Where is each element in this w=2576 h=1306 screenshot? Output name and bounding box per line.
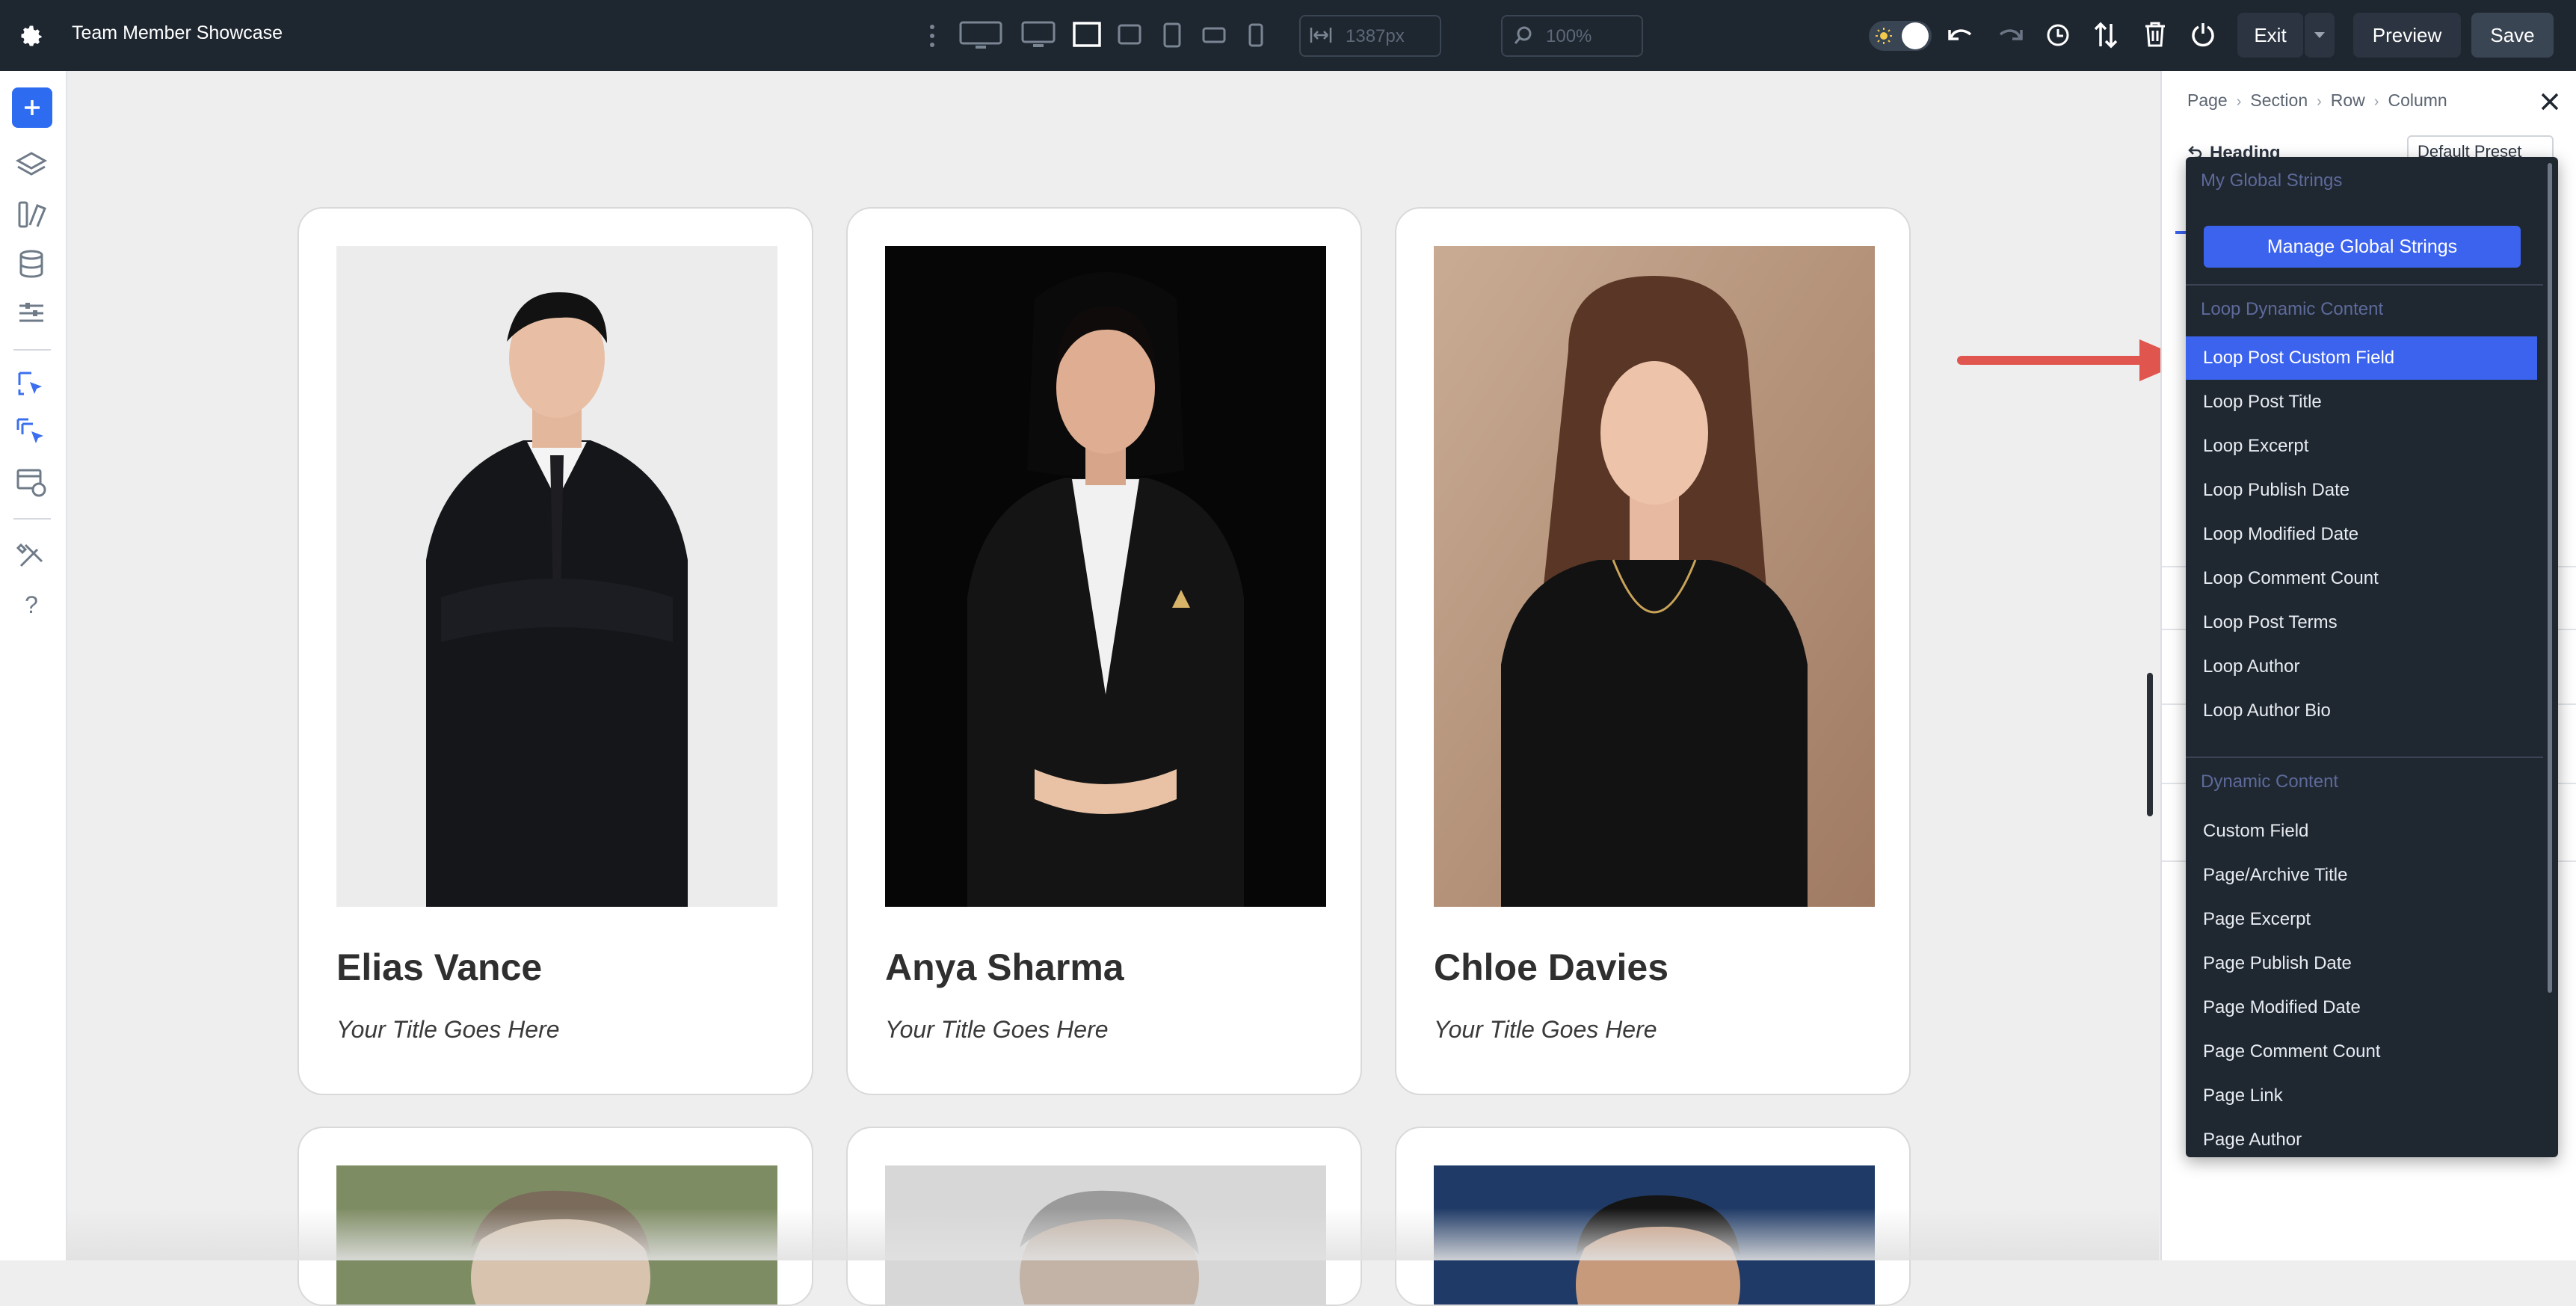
dropdown-divider bbox=[2186, 284, 2543, 286]
dynamic-content-dropdown: My Global Strings Manage Global Strings … bbox=[2186, 157, 2558, 1157]
sidebar-divider-2 bbox=[13, 518, 51, 520]
breadcrumb: Page › Section › Row › Column bbox=[2187, 90, 2447, 111]
zoom-value: 100% bbox=[1546, 26, 1592, 46]
responsive-preview-icon[interactable] bbox=[15, 466, 48, 499]
dropdown-item-loop-modified-date[interactable]: Loop Modified Date bbox=[2186, 513, 2537, 556]
team-member-card[interactable]: Chloe Davies Your Title Goes Here bbox=[1395, 207, 1911, 1095]
history-clock-icon[interactable] bbox=[2045, 22, 2071, 48]
top-toolbar: Team Member Showcase 1387px 100% Exit Pr… bbox=[0, 0, 2576, 71]
breadcrumb-section[interactable]: Section bbox=[2250, 90, 2308, 110]
dropdown-item-page-modified-date[interactable]: Page Modified Date bbox=[2186, 986, 2537, 1029]
chevron-down-icon bbox=[2312, 28, 2327, 43]
select-multiple-icon[interactable] bbox=[15, 416, 48, 449]
dropdown-item-custom-field[interactable]: Custom Field bbox=[2186, 810, 2537, 853]
canvas-width-field[interactable]: 1387px bbox=[1299, 15, 1441, 57]
settings-gear-icon[interactable] bbox=[18, 22, 45, 49]
canvas-resize-handle[interactable] bbox=[2147, 673, 2153, 816]
team-member-name[interactable]: Anya Sharma bbox=[885, 946, 1124, 989]
redo-icon[interactable] bbox=[1997, 24, 2023, 46]
team-member-photo bbox=[1434, 246, 1875, 907]
desktop-view-icon[interactable] bbox=[1021, 21, 1056, 51]
zoom-search-icon bbox=[1513, 25, 1534, 46]
dropdown-item-page-archive-title[interactable]: Page/Archive Title bbox=[2186, 854, 2537, 897]
theme-toggle[interactable] bbox=[1869, 21, 1932, 51]
dropdown-item-page-publish-date[interactable]: Page Publish Date bbox=[2186, 942, 2537, 985]
design-library-icon[interactable] bbox=[15, 198, 48, 231]
chevron-right-icon: › bbox=[2373, 93, 2379, 110]
sun-icon bbox=[1875, 27, 1893, 45]
exit-button[interactable]: Exit bbox=[2237, 13, 2303, 58]
team-member-name[interactable]: Chloe Davies bbox=[1434, 946, 1668, 989]
chevron-right-icon: › bbox=[2317, 93, 2322, 110]
left-sidebar: ? bbox=[0, 71, 67, 1260]
layers-icon[interactable] bbox=[15, 149, 48, 182]
breadcrumb-page[interactable]: Page bbox=[2187, 90, 2228, 110]
preview-button[interactable]: Preview bbox=[2353, 13, 2461, 58]
dropdown-item-loop-author-bio[interactable]: Loop Author Bio bbox=[2186, 689, 2537, 733]
team-member-card[interactable]: Elias Vance Your Title Goes Here bbox=[298, 207, 813, 1095]
select-element-icon[interactable] bbox=[15, 369, 48, 401]
tools-icon[interactable] bbox=[15, 539, 48, 572]
database-icon[interactable] bbox=[15, 247, 48, 280]
more-vertical-icon[interactable] bbox=[925, 22, 939, 49]
sidebar-divider bbox=[13, 349, 51, 351]
plus-icon bbox=[23, 99, 41, 117]
global-strings-header: My Global Strings bbox=[2201, 170, 2343, 191]
dropdown-item-loop-post-custom-field[interactable]: Loop Post Custom Field bbox=[2186, 336, 2537, 380]
team-member-title[interactable]: Your Title Goes Here bbox=[885, 1016, 1109, 1044]
app-title: Team Member Showcase bbox=[72, 22, 283, 43]
exit-dropdown-button[interactable] bbox=[2305, 13, 2335, 58]
phone-view-icon[interactable] bbox=[1248, 23, 1263, 47]
dynamic-content-header: Dynamic Content bbox=[2201, 771, 2339, 792]
team-member-title[interactable]: Your Title Goes Here bbox=[336, 1016, 560, 1044]
team-member-name[interactable]: Elias Vance bbox=[336, 946, 542, 989]
trash-icon[interactable] bbox=[2144, 21, 2166, 48]
breadcrumb-column[interactable]: Column bbox=[2388, 90, 2447, 110]
dropdown-item-loop-publish-date[interactable]: Loop Publish Date bbox=[2186, 469, 2537, 512]
help-question-icon[interactable]: ? bbox=[15, 588, 48, 621]
manage-global-strings-button[interactable]: Manage Global Strings bbox=[2204, 226, 2521, 268]
add-module-button[interactable] bbox=[12, 87, 52, 128]
dropdown-item-loop-post-title[interactable]: Loop Post Title bbox=[2186, 381, 2537, 424]
power-icon[interactable] bbox=[2190, 21, 2216, 48]
canvas-bottom-fade bbox=[66, 1208, 2159, 1260]
dropdown-item-loop-excerpt[interactable]: Loop Excerpt bbox=[2186, 425, 2537, 468]
toggle-knob bbox=[1902, 22, 1929, 49]
team-member-photo bbox=[336, 246, 777, 907]
team-member-card[interactable]: Anya Sharma Your Title Goes Here bbox=[846, 207, 1362, 1095]
tablet-view-icon[interactable] bbox=[1163, 22, 1181, 48]
loop-dynamic-content-header: Loop Dynamic Content bbox=[2201, 299, 2384, 319]
close-icon[interactable] bbox=[2540, 92, 2560, 111]
dropdown-divider bbox=[2186, 757, 2543, 758]
annotation-arrow bbox=[1956, 335, 2195, 386]
phone-landscape-view-icon[interactable] bbox=[1202, 27, 1226, 43]
tablet-landscape-view-icon[interactable] bbox=[1118, 24, 1141, 46]
zoom-field[interactable]: 100% bbox=[1501, 15, 1643, 57]
team-member-photo bbox=[885, 246, 1326, 907]
breadcrumb-row[interactable]: Row bbox=[2331, 90, 2365, 110]
dropdown-item-loop-post-terms[interactable]: Loop Post Terms bbox=[2186, 601, 2537, 644]
canvas-width-value: 1387px bbox=[1346, 26, 1405, 46]
dropdown-item-page-link[interactable]: Page Link bbox=[2186, 1074, 2537, 1118]
dropdown-item-page-comment-count[interactable]: Page Comment Count bbox=[2186, 1030, 2537, 1074]
widescreen-view-icon[interactable] bbox=[959, 21, 1002, 51]
dropdown-item-loop-comment-count[interactable]: Loop Comment Count bbox=[2186, 557, 2537, 600]
dropdown-item-page-excerpt[interactable]: Page Excerpt bbox=[2186, 898, 2537, 941]
width-arrows-icon bbox=[1310, 26, 1332, 44]
laptop-view-icon[interactable] bbox=[1073, 22, 1101, 49]
dropdown-item-loop-author[interactable]: Loop Author bbox=[2186, 645, 2537, 689]
dropdown-scrollbar[interactable] bbox=[2548, 163, 2552, 993]
undo-icon[interactable] bbox=[1948, 24, 1973, 46]
portability-arrows-icon[interactable] bbox=[2093, 21, 2119, 49]
team-member-title[interactable]: Your Title Goes Here bbox=[1434, 1016, 1657, 1044]
chevron-right-icon: › bbox=[2236, 93, 2242, 110]
page-settings-icon[interactable] bbox=[15, 297, 48, 330]
dropdown-item-page-author[interactable]: Page Author bbox=[2186, 1118, 2537, 1157]
save-button[interactable]: Save bbox=[2471, 13, 2554, 58]
